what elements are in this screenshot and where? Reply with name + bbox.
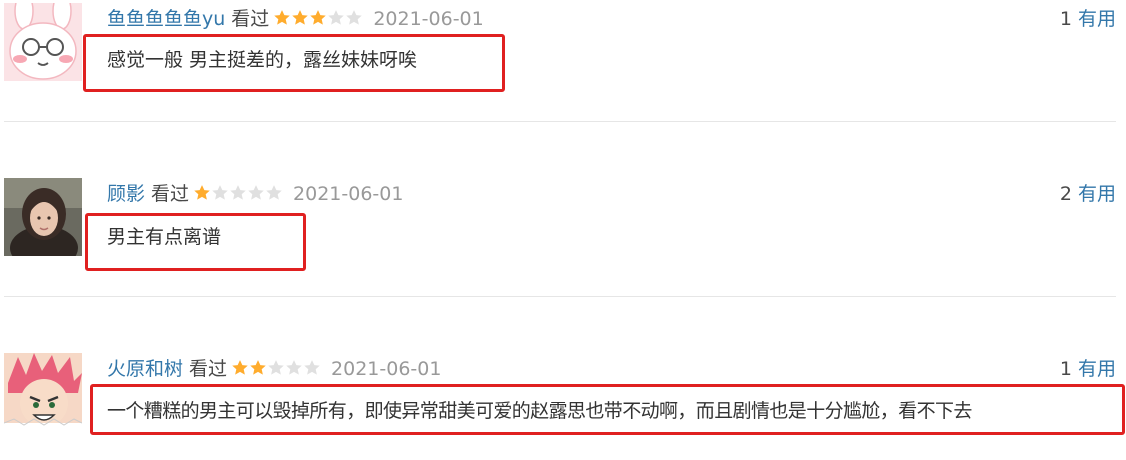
useful-vote: 1 有用 — [1060, 355, 1116, 383]
review-item: 鱼鱼鱼鱼鱼yu 看过 2021-06-01 1 有用 感觉一般 男主挺差的，露丝妹妹呀… — [0, 0, 1126, 110]
rating-stars — [273, 9, 363, 27]
divider — [4, 121, 1116, 122]
star-filled-icon — [310, 10, 327, 25]
watch-status: 看过 — [151, 183, 190, 205]
review-date: 2021-06-01 — [331, 358, 442, 380]
review-date: 2021-06-01 — [373, 8, 484, 30]
useful-vote: 2 有用 — [1060, 180, 1116, 208]
review-meta: 鱼鱼鱼鱼鱼yu 看过 2021-06-01 — [107, 5, 484, 33]
avatar[interactable] — [4, 353, 82, 431]
useful-button[interactable]: 有用 — [1078, 358, 1116, 380]
rating-stars — [193, 184, 283, 202]
username-link[interactable]: 顾影 — [107, 183, 145, 205]
watch-status: 看过 — [231, 8, 270, 30]
star-empty-icon — [212, 185, 228, 200]
star-filled-icon — [274, 10, 291, 25]
review-date: 2021-06-01 — [293, 183, 404, 205]
rating-stars — [231, 359, 321, 377]
useful-count: 1 — [1059, 8, 1072, 30]
star-empty-icon — [328, 10, 345, 25]
highlight-box — [83, 34, 505, 92]
review-meta: 顾影 看过 2021-06-01 — [107, 180, 403, 208]
anime-boy-icon — [4, 353, 82, 431]
username-link[interactable]: 火原和树 — [107, 358, 183, 380]
star-empty-icon — [304, 360, 320, 375]
star-filled-icon — [194, 185, 210, 200]
avatar[interactable] — [4, 178, 82, 256]
useful-vote: 1 有用 — [1060, 5, 1116, 33]
star-filled-icon — [232, 360, 248, 375]
star-empty-icon — [286, 360, 302, 375]
star-empty-icon — [346, 10, 363, 25]
avatar[interactable] — [4, 3, 82, 81]
review-item: 火原和树 看过 2021-06-01 1 有用 一个糟糕的男主可以毁掉所有，即使异常甜… — [0, 350, 1126, 460]
highlight-box — [85, 213, 306, 271]
star-empty-icon — [268, 360, 284, 375]
star-empty-icon — [266, 185, 282, 200]
highlight-box — [90, 384, 1125, 435]
useful-button[interactable]: 有用 — [1078, 8, 1116, 30]
star-filled-icon — [250, 360, 266, 375]
star-empty-icon — [248, 185, 264, 200]
useful-count: 2 — [1059, 183, 1072, 205]
star-filled-icon — [292, 10, 309, 25]
review-meta: 火原和树 看过 2021-06-01 — [107, 355, 441, 383]
review-item: 顾影 看过 2021-06-01 2 有用 男主有点离谱 — [0, 175, 1126, 285]
star-empty-icon — [230, 185, 246, 200]
pink-rabbit-icon — [4, 3, 82, 81]
useful-count: 1 — [1059, 358, 1072, 380]
divider — [4, 296, 1116, 297]
watch-status: 看过 — [189, 358, 228, 380]
useful-button[interactable]: 有用 — [1078, 183, 1116, 205]
woman-photo-icon — [4, 178, 82, 256]
username-link[interactable]: 鱼鱼鱼鱼鱼yu — [107, 8, 225, 30]
